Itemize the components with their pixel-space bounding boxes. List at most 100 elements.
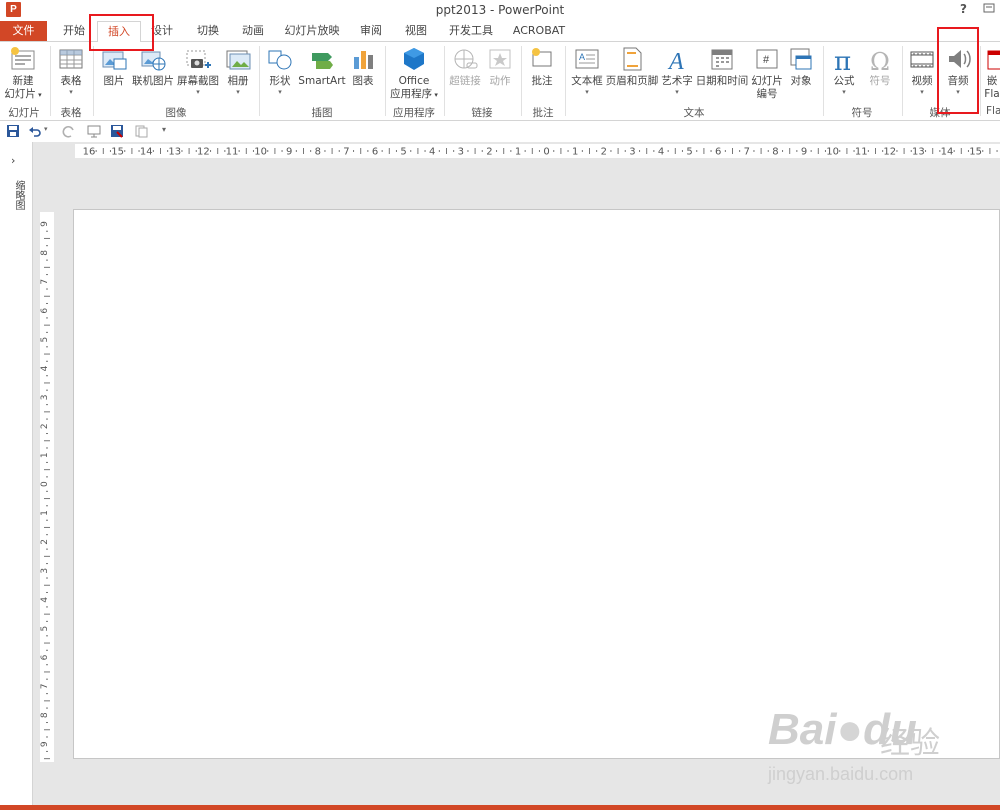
picture-button[interactable]: 图片	[98, 45, 130, 88]
office-apps-icon	[404, 48, 424, 70]
ruler-tick-label: 9	[286, 147, 292, 158]
header-footer-label: 页眉和页脚	[605, 75, 659, 87]
symbol-button[interactable]: Ω 符号	[864, 45, 896, 88]
help-button[interactable]: ?	[960, 2, 967, 16]
comment-label: 批注	[531, 75, 553, 87]
ruler-tick-label: 11	[226, 147, 239, 158]
slide-number-label-2: 编号	[756, 88, 778, 100]
ruler-tick-label: 4	[429, 147, 435, 158]
svg-text:A: A	[579, 52, 585, 62]
screenshot-label: 屏幕截图	[177, 75, 219, 87]
ruler-tick-label: 4	[40, 365, 50, 371]
ruler-tick-label: 7	[343, 147, 349, 158]
date-time-button[interactable]: 日期和时间	[695, 45, 749, 88]
tab-transitions[interactable]: 切换	[192, 21, 224, 41]
ruler-tick-label: 12	[883, 147, 896, 158]
embed-flash-button[interactable]: 嵌 Fla	[984, 45, 1000, 101]
comment-icon	[532, 48, 552, 67]
ruler-tick-label: 5	[400, 147, 406, 158]
ruler-tick-label: 4	[40, 597, 50, 603]
group-divider	[565, 46, 566, 116]
online-pictures-button[interactable]: 联机图片	[131, 45, 175, 88]
ruler-tick-label: 6	[715, 147, 721, 158]
office-apps-button[interactable]: Office 应用程序 ▾	[388, 45, 440, 102]
header-footer-button[interactable]: 页眉和页脚	[605, 45, 659, 88]
object-icon	[790, 48, 812, 70]
new-slide-button[interactable]: 新建 幻灯片 ▾	[4, 45, 42, 102]
text-box-button[interactable]: A 文本框 ▾	[570, 45, 604, 96]
shapes-button[interactable]: 形状 ▾	[264, 45, 296, 96]
action-label: 动作	[489, 75, 511, 87]
tab-home[interactable]: 开始	[58, 21, 90, 41]
svg-text:π: π	[834, 47, 851, 73]
wordart-icon: A	[667, 49, 684, 73]
embed-flash-label-2: Fla	[984, 88, 1000, 100]
photo-album-icon	[226, 50, 251, 70]
redo-icon[interactable]	[62, 124, 76, 138]
tab-acrobat[interactable]: ACROBAT	[510, 21, 568, 41]
ribbon-display-options-icon[interactable]	[982, 1, 996, 19]
ruler-tick-label: 1	[572, 147, 578, 158]
ruler-tick-label: 5	[40, 626, 50, 632]
tab-slideshow[interactable]: 幻灯片放映	[282, 21, 342, 41]
ruler-tick-label: 10	[826, 147, 839, 158]
vertical-ruler: 9 8 7 6 5 4 3 2 1 0 1 2 3 4 5 6 7 8 9	[40, 212, 54, 762]
customize-qat-icon[interactable]: ▾	[162, 125, 166, 134]
video-icon	[910, 51, 934, 68]
tab-review[interactable]: 审阅	[355, 21, 387, 41]
slide-canvas[interactable]	[73, 209, 1000, 759]
table-button[interactable]: 表格 ▾	[55, 45, 87, 96]
ruler-tick-label: 2	[486, 147, 492, 158]
smartart-icon	[312, 53, 333, 69]
group-divider	[521, 46, 522, 116]
ruler-tick-label: 8	[40, 250, 50, 256]
slide-number-button[interactable]: # 幻灯片 编号	[750, 45, 784, 101]
object-button[interactable]: 对象	[786, 45, 816, 88]
smartart-button[interactable]: SmartArt	[298, 45, 346, 88]
ruler-tick-label: 0	[40, 481, 50, 487]
wordart-label: 艺术字	[661, 75, 693, 87]
chart-button[interactable]: 图表	[348, 45, 378, 88]
table-icon	[59, 49, 83, 69]
ruler-tick-label: 8	[40, 712, 50, 718]
undo-icon[interactable]	[28, 124, 42, 138]
screenshot-button[interactable]: 屏幕截图 ▾	[176, 45, 220, 96]
start-slideshow-icon[interactable]	[86, 124, 102, 138]
copy-format-icon[interactable]	[134, 124, 148, 138]
undo-dropdown-icon[interactable]: ▾	[44, 125, 48, 133]
group-illustrations-label: 插图	[311, 107, 333, 119]
ruler-tick-label: 3	[458, 147, 464, 158]
group-divider	[50, 46, 51, 116]
action-button[interactable]: 动作	[486, 45, 514, 88]
comment-button[interactable]: 批注	[527, 45, 557, 88]
slide-number-label-1: 幻灯片	[751, 75, 783, 87]
save-icon[interactable]	[6, 124, 20, 138]
ruler-tick-label: 11	[855, 147, 868, 158]
tab-animations[interactable]: 动画	[237, 21, 269, 41]
smartart-label: SmartArt	[298, 75, 346, 87]
new-slide-icon	[11, 47, 35, 70]
tab-view[interactable]: 视图	[400, 21, 432, 41]
ruler-tick-label: 16	[83, 147, 96, 158]
video-button[interactable]: 视频 ▾	[906, 45, 938, 96]
save-as-icon[interactable]	[110, 124, 124, 138]
group-divider	[980, 46, 981, 116]
group-divider	[444, 46, 445, 116]
expand-pane-icon[interactable]: ›	[11, 154, 15, 167]
ruler-tick-label: 7	[40, 684, 50, 690]
picture-label: 图片	[103, 75, 125, 87]
hyperlink-button[interactable]: 超链接	[448, 45, 482, 88]
photo-album-button[interactable]: 相册 ▾	[223, 45, 253, 96]
wordart-button[interactable]: A 艺术字 ▾	[660, 45, 694, 96]
ruler-tick-label: 14	[140, 147, 153, 158]
ruler-tick-label: 3	[629, 147, 635, 158]
hyperlink-label: 超链接	[449, 75, 481, 87]
paw-icon: ●	[836, 705, 864, 754]
ruler-tick-label: 6	[372, 147, 378, 158]
horizontal-ruler: 16 15 14 13 12 11 10 9 8 7 6 5 4 3 2 1 0 1 2 3 4 5 6 7 8 9 10 11 12 1…	[75, 144, 1000, 158]
tab-file[interactable]: 文件	[0, 21, 47, 41]
tab-developer[interactable]: 开发工具	[446, 21, 496, 41]
equation-button[interactable]: π 公式 ▾	[828, 45, 860, 96]
thumbnail-pane: › 缩略图	[0, 142, 33, 805]
thumbnail-pane-label[interactable]: 缩略图	[6, 180, 26, 210]
